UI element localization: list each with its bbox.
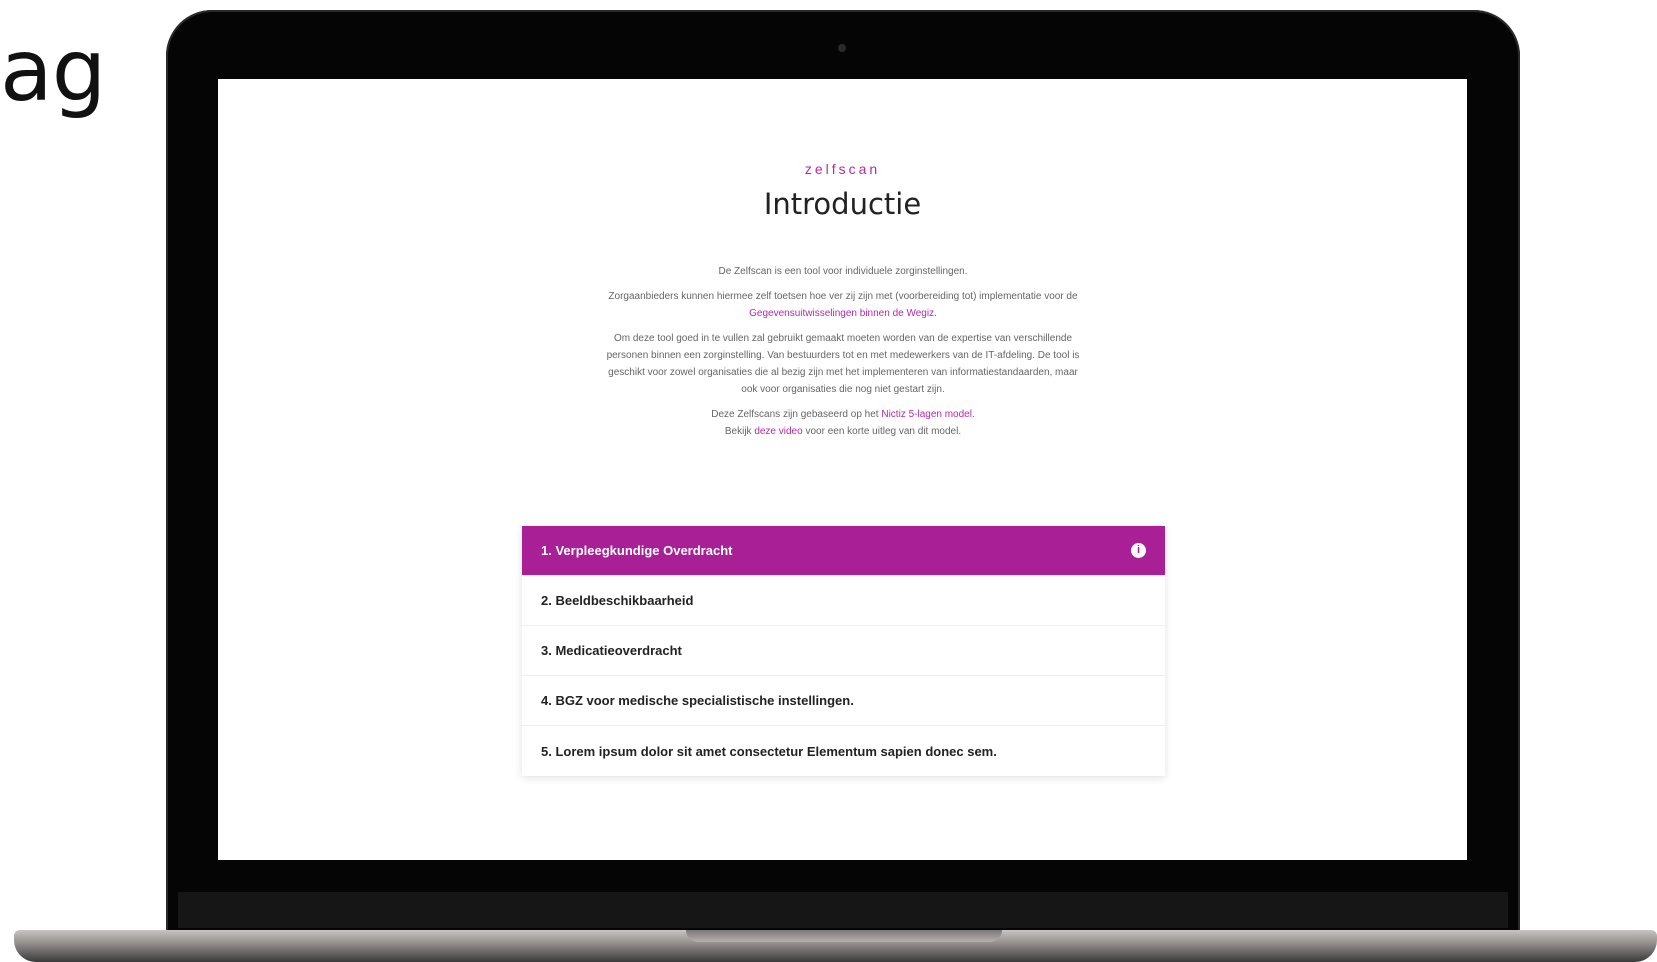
intro-paragraph-3: Om deze tool goed in te vullen zal gebru… (606, 333, 1080, 395)
info-icon[interactable]: i (1131, 543, 1146, 558)
wegiz-link[interactable]: Gegevensuitwisselingen binnen de Wegiz (749, 308, 934, 319)
accordion-item-label: 3. Medicatieoverdracht (541, 643, 682, 658)
accordion-item-label: 1. Verpleegkundige Overdracht (541, 543, 733, 558)
intro-p5-text: Bekijk (724, 426, 755, 437)
page-title: Introductie (763, 187, 922, 221)
laptop-screen: zelfscan Introductie De Zelfscan is een … (218, 79, 1467, 860)
nictiz-model-link[interactable]: Nictiz 5-lagen model (881, 409, 972, 420)
intro-text: De Zelfscan is een tool voor individuele… (606, 263, 1080, 448)
camera-icon (838, 44, 846, 52)
video-link[interactable]: deze video (754, 426, 802, 437)
accordion-item-label: 5. Lorem ipsum dolor sit amet consectetu… (541, 743, 997, 759)
accordion-item-label: 4. BGZ voor medische specialistische ins… (541, 693, 854, 708)
zelfscan-accordion: 1. Verpleegkundige Overdracht i 2. Beeld… (522, 526, 1165, 776)
accordion-item-4[interactable]: 4. BGZ voor medische specialistische ins… (522, 676, 1165, 726)
laptop-chin (178, 892, 1508, 928)
intro-paragraph-2: Zorgaanbieders kunnen hiermee zelf toets… (606, 288, 1080, 322)
page-eyebrow: zelfscan (804, 161, 881, 177)
intro-p5-end: voor een korte uitleg van dit model. (802, 426, 962, 437)
corner-text: ag (0, 21, 106, 121)
accordion-item-3[interactable]: 3. Medicatieoverdracht (522, 626, 1165, 676)
intro-paragraph-4: Deze Zelfscans zijn gebaseerd op het Nic… (606, 406, 1080, 440)
accordion-item-1[interactable]: 1. Verpleegkundige Overdracht i (522, 526, 1165, 576)
intro-paragraph-1: De Zelfscan is een tool voor individuele… (718, 266, 968, 277)
intro-p4-end: . (971, 409, 975, 420)
accordion-item-5[interactable]: 5. Lorem ipsum dolor sit amet consectetu… (522, 726, 1165, 776)
intro-p2-text: Zorgaanbieders kunnen hiermee zelf toets… (608, 291, 1078, 302)
intro-p4-text: Deze Zelfscans zijn gebaseerd op het (711, 409, 882, 420)
accordion-item-2[interactable]: 2. Beeldbeschikbaarheid (522, 576, 1165, 626)
intro-p2-end: . (934, 308, 937, 319)
accordion-item-label: 2. Beeldbeschikbaarheid (541, 593, 694, 608)
laptop-notch (686, 930, 1002, 942)
